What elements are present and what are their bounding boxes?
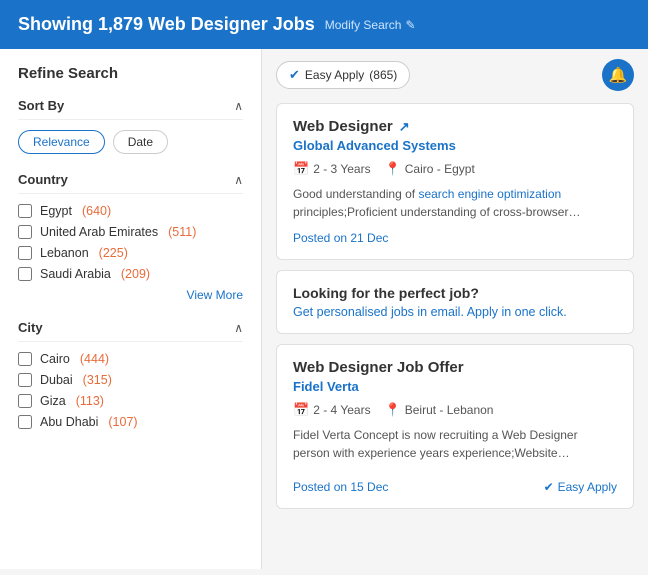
city-section: City ∧ Cairo (444) Dubai (315) Giza (113…: [18, 320, 243, 429]
checkbox-egypt[interactable]: [18, 204, 32, 218]
sidebar-title: Refine Search: [18, 65, 243, 82]
calendar-icon-2: 📅: [293, 402, 309, 418]
country-section: Country ∧ Egypt (640) United Arab Emirat…: [18, 172, 243, 302]
filter-uae-count: (511): [168, 225, 196, 239]
job-card-1: Web Designer ↗ Global Advanced Systems 📅…: [276, 103, 634, 260]
filter-giza-label: Giza: [40, 394, 66, 408]
sort-date-button[interactable]: Date: [113, 130, 168, 154]
experience-meta-2: 📅 2 - 4 Years: [293, 402, 371, 418]
sort-by-label: Sort By: [18, 98, 64, 113]
filter-dubai: Dubai (315): [18, 373, 243, 387]
modify-search-label: Modify Search: [325, 18, 402, 32]
easy-apply-check-icon: ✔: [289, 67, 300, 83]
job-desc-2: Fidel Verta Concept is now recruiting a …: [293, 426, 617, 462]
job-card-2: Web Designer Job Offer Fidel Verta 📅 2 -…: [276, 344, 634, 509]
filter-bar: ✔ Easy Apply (865) 🔔: [276, 59, 634, 91]
filter-giza-count: (113): [76, 394, 104, 408]
checkbox-cairo[interactable]: [18, 352, 32, 366]
pencil-icon: ✎: [405, 18, 415, 32]
easy-apply-filter-label: Easy Apply: [305, 68, 364, 82]
easy-apply-check-icon-2: ✔: [544, 480, 554, 494]
filter-egypt-count: (640): [82, 204, 111, 218]
notification-button[interactable]: 🔔: [602, 59, 634, 91]
location-text-2: Beirut - Lebanon: [405, 403, 494, 417]
checkbox-abudhabi[interactable]: [18, 415, 32, 429]
company-name-2: Fidel Verta: [293, 379, 617, 394]
country-view-more[interactable]: View More: [18, 288, 243, 302]
sort-options: Relevance Date: [18, 130, 243, 154]
sidebar: Refine Search Sort By ∧ Relevance Date C…: [0, 49, 262, 569]
experience-text-2: 2 - 4 Years: [313, 403, 370, 417]
company-name-1: Global Advanced Systems: [293, 138, 617, 153]
job-footer-2: Posted on 15 Dec ✔ Easy Apply: [293, 470, 617, 494]
filter-cairo: Cairo (444): [18, 352, 243, 366]
checkbox-lebanon[interactable]: [18, 246, 32, 260]
checkbox-giza[interactable]: [18, 394, 32, 408]
location-meta-2: 📍 Beirut - Lebanon: [385, 402, 494, 418]
job-desc-1: Good understanding of search engine opti…: [293, 185, 617, 221]
sort-by-header: Sort By ∧: [18, 98, 243, 120]
city-label: City: [18, 320, 43, 335]
easy-apply-filter-count: (865): [369, 68, 397, 82]
country-chevron-icon: ∧: [234, 173, 243, 187]
modify-search-link[interactable]: Modify Search ✎: [325, 18, 416, 32]
posted-date-2: Posted on 15 Dec: [293, 480, 388, 494]
calendar-icon-1: 📅: [293, 161, 309, 177]
location-icon-1: 📍: [385, 161, 401, 177]
job-meta-2: 📅 2 - 4 Years 📍 Beirut - Lebanon: [293, 402, 617, 418]
filter-saudi: Saudi Arabia (209): [18, 267, 243, 281]
checkbox-dubai[interactable]: [18, 373, 32, 387]
external-link-icon-1[interactable]: ↗: [399, 119, 410, 135]
filter-lebanon-count: (225): [99, 246, 128, 260]
filter-dubai-label: Dubai: [40, 373, 73, 387]
filter-egypt-label: Egypt: [40, 204, 72, 218]
filter-saudi-count: (209): [121, 267, 150, 281]
easy-apply-filter-button[interactable]: ✔ Easy Apply (865): [276, 61, 410, 89]
filter-cairo-count: (444): [80, 352, 109, 366]
posted-date-1: Posted on 21 Dec: [293, 231, 617, 245]
filter-abudhabi-label: Abu Dhabi: [40, 415, 98, 429]
page-title: Showing 1,879 Web Designer Jobs: [18, 14, 315, 35]
country-label: Country: [18, 172, 68, 187]
bell-icon: 🔔: [609, 66, 628, 84]
easy-apply-badge-2[interactable]: ✔ Easy Apply: [544, 480, 617, 494]
location-text-1: Cairo - Egypt: [405, 162, 475, 176]
desc-link-seo[interactable]: search engine optimization: [418, 187, 561, 201]
promo-title: Looking for the perfect job?: [293, 285, 617, 301]
job-listings: ✔ Easy Apply (865) 🔔 Web Designer ↗ Glob…: [262, 49, 648, 569]
filter-saudi-label: Saudi Arabia: [40, 267, 111, 281]
sort-by-chevron-icon: ∧: [234, 99, 243, 113]
job-title-1: Web Designer ↗: [293, 118, 617, 135]
filter-cairo-label: Cairo: [40, 352, 70, 366]
filter-abudhabi: Abu Dhabi (107): [18, 415, 243, 429]
filter-dubai-count: (315): [83, 373, 112, 387]
filter-uae: United Arab Emirates (511): [18, 225, 243, 239]
job-title-2: Web Designer Job Offer: [293, 359, 617, 376]
filter-abudhabi-count: (107): [108, 415, 137, 429]
main-layout: Refine Search Sort By ∧ Relevance Date C…: [0, 49, 648, 569]
experience-text-1: 2 - 3 Years: [313, 162, 370, 176]
experience-meta-1: 📅 2 - 3 Years: [293, 161, 371, 177]
checkbox-saudi[interactable]: [18, 267, 32, 281]
filter-giza: Giza (113): [18, 394, 243, 408]
job-title-text-1: Web Designer: [293, 118, 393, 135]
promo-description: Get personalised jobs in email. Apply in…: [293, 305, 617, 319]
city-chevron-icon: ∧: [234, 321, 243, 335]
filter-uae-label: United Arab Emirates: [40, 225, 158, 239]
sort-relevance-button[interactable]: Relevance: [18, 130, 105, 154]
sort-by-section: Sort By ∧ Relevance Date: [18, 98, 243, 154]
location-meta-1: 📍 Cairo - Egypt: [385, 161, 475, 177]
filter-lebanon: Lebanon (225): [18, 246, 243, 260]
filter-lebanon-label: Lebanon: [40, 246, 89, 260]
job-meta-1: 📅 2 - 3 Years 📍 Cairo - Egypt: [293, 161, 617, 177]
job-title-text-2: Web Designer Job Offer: [293, 359, 464, 376]
easy-apply-label-2: Easy Apply: [558, 480, 617, 494]
header: Showing 1,879 Web Designer Jobs Modify S…: [0, 0, 648, 49]
filter-egypt: Egypt (640): [18, 204, 243, 218]
promo-card: Looking for the perfect job? Get persona…: [276, 270, 634, 334]
city-header: City ∧: [18, 320, 243, 342]
location-icon-2: 📍: [385, 402, 401, 418]
country-header: Country ∧: [18, 172, 243, 194]
checkbox-uae[interactable]: [18, 225, 32, 239]
